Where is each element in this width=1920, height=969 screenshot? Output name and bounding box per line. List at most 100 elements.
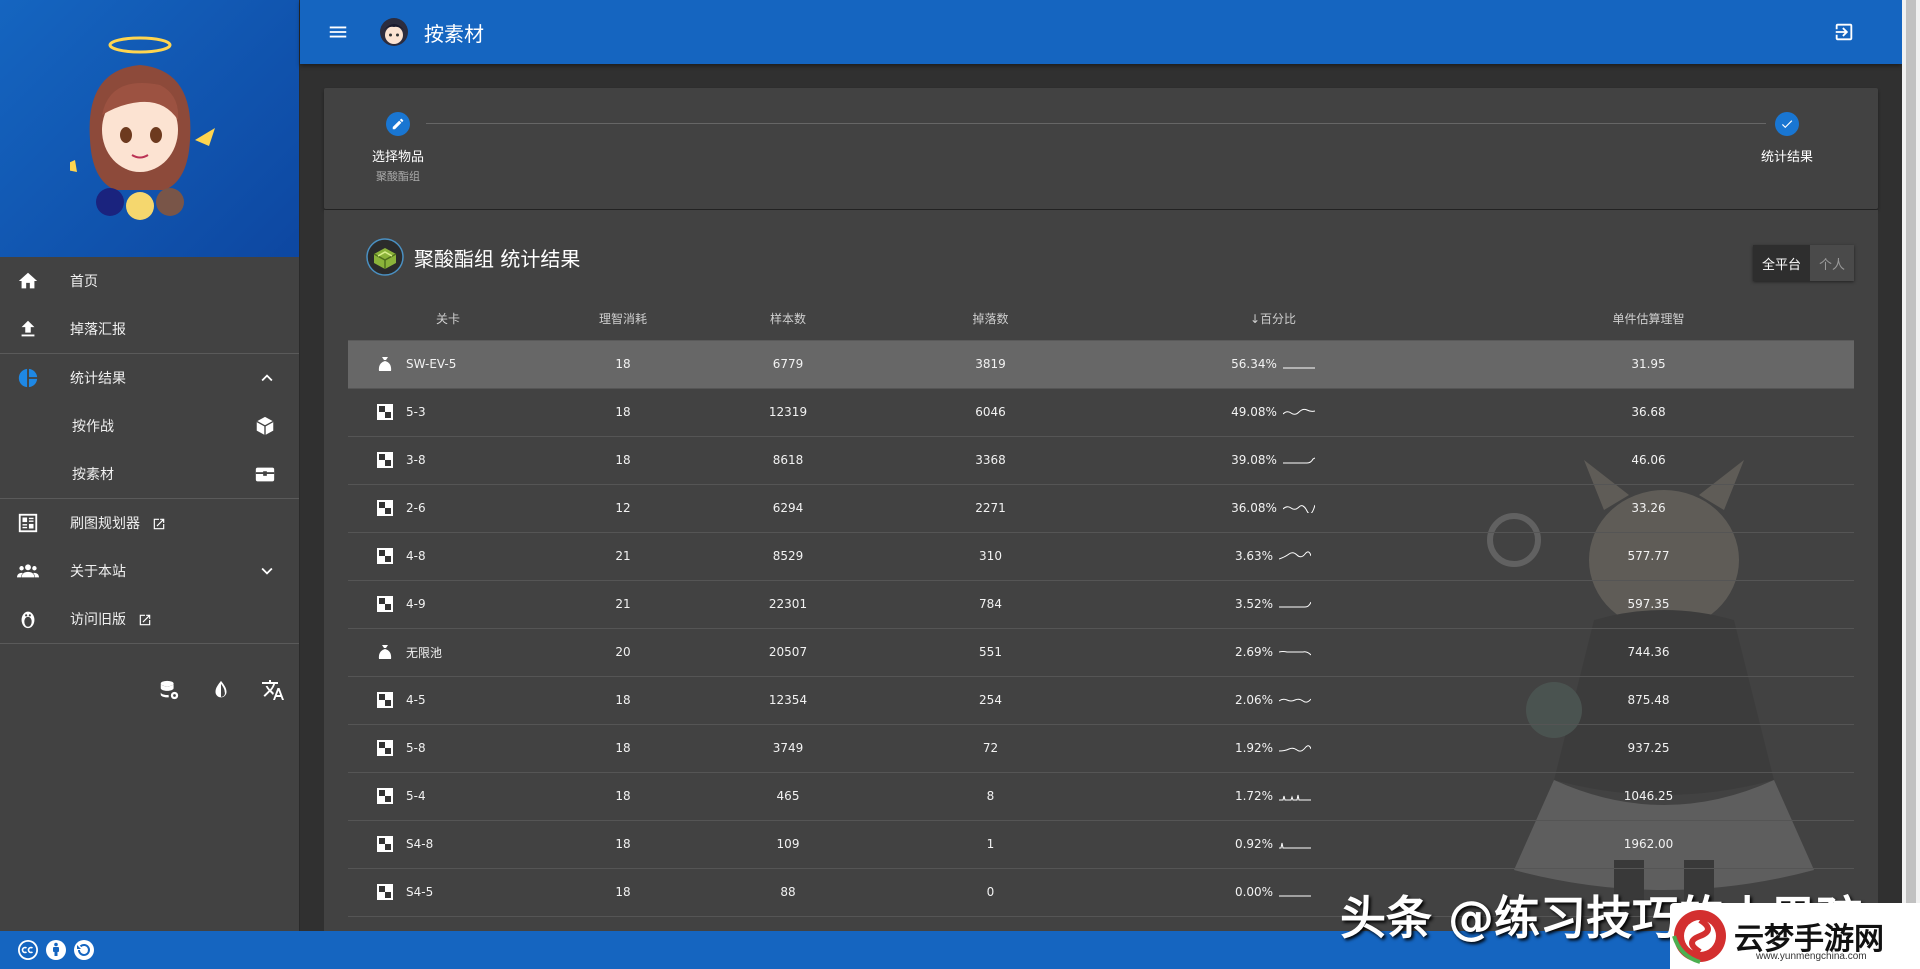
cell-stage[interactable]: 2-6 (348, 484, 548, 533)
stage-code: 4-5 (406, 693, 426, 707)
cell-drops: 2271 (878, 484, 1103, 533)
stage-label-wrap: 3-8 (376, 451, 548, 469)
translate-icon (262, 680, 284, 700)
cell-percentage: 2.06% (1103, 676, 1443, 725)
treasure-box-icon (245, 463, 285, 485)
table-row[interactable]: S4-8 18 109 1 0.92% 1962.00 (348, 820, 1854, 869)
percentage-value: 49.08% (1231, 405, 1277, 419)
column-header-samples[interactable]: 样本数 (698, 298, 878, 341)
column-header-drops[interactable]: 掉落数 (878, 298, 1103, 341)
sidebar-item-report[interactable]: 掉落汇报 (0, 305, 299, 353)
menu-button[interactable] (320, 14, 356, 50)
percentage-value: 3.52% (1234, 597, 1274, 611)
percentage-wrap: 3.63% (1235, 549, 1312, 563)
data-source-button[interactable] (143, 670, 195, 710)
home-icon (16, 269, 40, 293)
cell-cost: 18 (548, 676, 698, 725)
cell-stage[interactable]: 5-8 (348, 724, 548, 773)
stage-code: 5-4 (406, 789, 426, 803)
stage-code: 2-6 (406, 501, 426, 515)
step-title: 选择物品 (372, 150, 425, 165)
sparkline-trend[interactable] (1279, 551, 1312, 561)
logout-button[interactable] (1826, 14, 1862, 50)
server-scope-toggle: 全平台 个人 (1752, 245, 1854, 281)
percentage-wrap: 0.00% (1234, 885, 1312, 899)
sparkline-trend[interactable] (1282, 407, 1315, 417)
cell-stage[interactable]: SW-EV-5 (348, 340, 548, 389)
scrollbar-thumb[interactable] (1906, 0, 1916, 931)
table-row[interactable]: 5-8 18 3749 72 1.92% 937.25 (348, 724, 1854, 773)
upload-icon (16, 317, 40, 341)
cell-stage[interactable]: 3-8 (348, 436, 548, 485)
table-row[interactable]: SW-EV-5 18 6779 3819 56.34% 31.95 (348, 340, 1854, 389)
sparkline-trend[interactable] (1279, 887, 1312, 897)
sparkline-trend[interactable] (1279, 839, 1312, 849)
results-title: 聚酸酯组 统计结果 (414, 246, 581, 271)
sparkline-trend[interactable] (1279, 743, 1312, 753)
column-header-ap-per-item[interactable]: 单件估算理智 (1443, 298, 1854, 341)
table-row[interactable]: 2-6 12 6294 2271 36.08% 33.26 (348, 484, 1854, 533)
cell-cost: 21 (548, 532, 698, 581)
cell-stage[interactable]: 5-4 (348, 772, 548, 821)
cell-percentage: 36.08% (1103, 484, 1443, 533)
sparkline-trend[interactable] (1282, 359, 1315, 369)
column-header-label: 百分比 (1260, 312, 1297, 327)
percentage-value: 2.69% (1234, 645, 1274, 659)
cell-stage[interactable]: S4-8 (348, 820, 548, 869)
cell-drops: 72 (878, 724, 1103, 773)
sidebar-item-about[interactable]: 关于本站 (0, 547, 299, 595)
cell-drops: 3368 (878, 436, 1103, 485)
sparkline-trend[interactable] (1282, 503, 1315, 513)
sparkline-trend[interactable] (1279, 647, 1312, 657)
stage-label-wrap: S4-5 (376, 883, 548, 901)
percentage-wrap: 0.92% (1235, 837, 1312, 851)
language-button[interactable] (247, 670, 299, 710)
sidebar-item-home[interactable]: 首页 (0, 257, 299, 305)
toggle-personal[interactable]: 个人 (1809, 245, 1854, 281)
sparkline-trend[interactable] (1279, 599, 1312, 609)
table-row[interactable]: 4-9 21 22301 784 3.52% 597.35 (348, 580, 1854, 629)
table-row[interactable]: 4-8 21 8529 310 3.63% 577.77 (348, 532, 1854, 581)
table-row[interactable]: 5-4 18 465 8 1.72% 1046.25 (348, 772, 1854, 821)
main-stage-icon (377, 548, 393, 564)
column-header-cost[interactable]: 理智消耗 (548, 298, 698, 341)
cell-samples: 109 (698, 820, 878, 869)
step-indicator (1775, 112, 1799, 136)
table-row[interactable]: 4-5 18 12354 254 2.06% 875.48 (348, 676, 1854, 725)
cell-stage[interactable]: 4-9 (348, 580, 548, 629)
step-indicator (386, 112, 410, 136)
column-header-percentage[interactable]: ↓百分比 (1103, 298, 1443, 341)
sidebar-item-by-item[interactable]: 按素材 (0, 450, 299, 498)
chevron-up-icon (247, 367, 287, 389)
cell-cost: 18 (548, 340, 698, 389)
sidebar-item-by-stage[interactable]: 按作战 (0, 402, 299, 450)
sparkline-trend[interactable] (1282, 455, 1315, 465)
column-header-stage[interactable]: 关卡 (348, 298, 548, 341)
cell-stage[interactable]: S4-5 (348, 868, 548, 917)
sidebar-item-planner[interactable]: 刷图规划器 (0, 499, 299, 547)
table-row[interactable]: 无限池 20 20507 551 2.69% 744.36 (348, 628, 1854, 677)
table-row[interactable]: 5-3 18 12319 6046 49.08% 36.68 (348, 388, 1854, 437)
stage-code: 5-8 (406, 741, 426, 755)
step-select-item[interactable]: 选择物品 聚酸酯组 (372, 112, 424, 184)
cell-stage[interactable]: 4-8 (348, 532, 548, 581)
sparkline-trend[interactable] (1279, 695, 1312, 705)
sparkline-trend[interactable] (1279, 791, 1312, 801)
table-row[interactable]: 3-8 18 8618 3368 39.08% 46.06 (348, 436, 1854, 485)
creative-commons-icon (18, 940, 38, 960)
sidebar-item-label: 统计结果 (70, 371, 126, 387)
percentage-wrap: 1.72% (1235, 789, 1312, 803)
percentage-value: 0.00% (1234, 885, 1274, 899)
stage-code: 3-8 (406, 453, 426, 467)
stage-label-wrap: 无限池 (376, 643, 548, 661)
cell-stage[interactable]: 4-5 (348, 676, 548, 725)
sidebar-item-legacy[interactable]: 访问旧版 (0, 595, 299, 643)
theme-toggle-button[interactable] (195, 670, 247, 710)
sidebar-item-stats[interactable]: 统计结果 (0, 354, 299, 402)
cell-stage[interactable]: 5-3 (348, 388, 548, 437)
cell-stage[interactable]: 无限池 (348, 628, 548, 677)
cell-ap-per-item: 46.06 (1443, 436, 1854, 485)
cell-percentage: 1.92% (1103, 724, 1443, 773)
step-results[interactable]: 统计结果 (1761, 112, 1813, 165)
toggle-all-platforms[interactable]: 全平台 (1752, 245, 1810, 281)
